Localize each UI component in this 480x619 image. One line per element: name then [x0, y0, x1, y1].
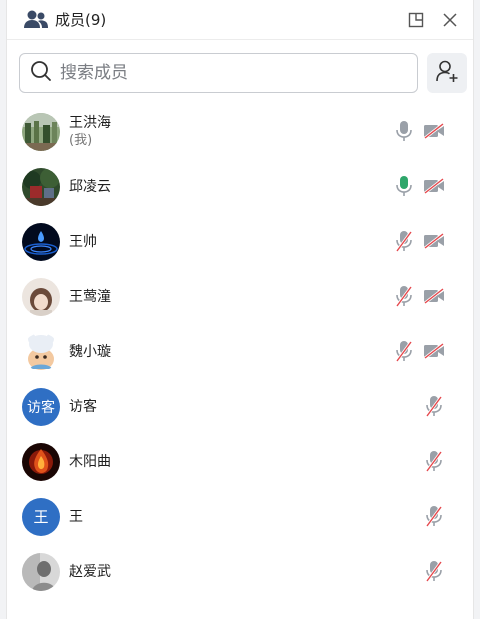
member-name: 王洪海: [69, 114, 111, 131]
add-member-icon: [435, 59, 459, 87]
panel-title: 成员(9): [55, 11, 107, 29]
member-text: 木阳曲: [69, 453, 111, 471]
add-member-button[interactable]: [427, 53, 467, 93]
member-row[interactable]: 王帅: [7, 214, 473, 269]
camera-off-icon[interactable]: [422, 339, 446, 363]
member-row[interactable]: 魏小璇: [7, 324, 473, 379]
avatar: [22, 222, 60, 261]
camera-off-icon[interactable]: [422, 119, 446, 143]
popout-icon[interactable]: [405, 9, 427, 31]
member-row[interactable]: 木阳曲: [7, 434, 473, 489]
member-text: 王: [69, 508, 83, 526]
search-box[interactable]: [19, 53, 419, 93]
microphone-muted-icon[interactable]: [392, 339, 416, 363]
camera-off-icon[interactable]: [422, 174, 446, 198]
member-text: 赵爱武: [69, 563, 111, 581]
member-name: 魏小璇: [69, 343, 111, 360]
avatar: [22, 112, 60, 151]
member-text: 王莺潼: [69, 288, 111, 306]
member-text: 王洪海 (我): [69, 114, 111, 150]
microphone-muted-icon[interactable]: [392, 229, 416, 253]
member-row[interactable]: 王莺潼: [7, 269, 473, 324]
microphone-icon[interactable]: [392, 119, 416, 143]
member-name: 王: [69, 508, 83, 525]
people-icon: [23, 9, 49, 31]
member-text: 王帅: [69, 233, 97, 251]
avatar: [22, 442, 60, 481]
member-self-tag: (我): [69, 132, 93, 148]
member-text: 访客: [69, 398, 97, 416]
microphone-active-icon[interactable]: [392, 174, 416, 198]
member-row[interactable]: 王 王: [7, 489, 473, 544]
member-name: 王莺潼: [69, 288, 111, 305]
member-text: 邱凌云: [69, 178, 111, 196]
panel-header: 成员(9): [7, 0, 473, 40]
avatar: 王: [22, 497, 60, 536]
microphone-muted-icon[interactable]: [422, 394, 446, 418]
camera-off-icon[interactable]: [422, 229, 446, 253]
member-row[interactable]: 赵爱武: [7, 544, 473, 599]
member-name: 访客: [69, 398, 97, 415]
member-row[interactable]: 访客 访客: [7, 379, 473, 434]
members-panel: 成员(9) 搜索成员 王洪海 (我) 邱凌云 王帅 王莺潼 魏小璇 访客 访客 …: [6, 0, 474, 619]
avatar: [22, 332, 60, 371]
member-list: 王洪海 (我) 邱凌云 王帅 王莺潼 魏小璇 访客 访客 木阳曲 王 王 赵爱武: [7, 104, 473, 599]
search-icon: [30, 60, 52, 86]
search-input[interactable]: [60, 63, 390, 83]
avatar: 访客: [22, 387, 60, 426]
avatar: [22, 167, 60, 206]
avatar: [22, 277, 60, 316]
member-name: 邱凌云: [69, 178, 111, 195]
camera-off-icon[interactable]: [422, 284, 446, 308]
member-row[interactable]: 王洪海 (我): [7, 104, 473, 159]
close-icon[interactable]: [439, 9, 461, 31]
search-row: [7, 40, 473, 93]
member-name: 木阳曲: [69, 453, 111, 470]
member-row[interactable]: 邱凌云: [7, 159, 473, 214]
member-name: 赵爱武: [69, 563, 111, 580]
member-text: 魏小璇: [69, 343, 111, 361]
microphone-muted-icon[interactable]: [392, 284, 416, 308]
avatar: [22, 552, 60, 591]
member-name: 王帅: [69, 233, 97, 250]
microphone-muted-icon[interactable]: [422, 559, 446, 583]
microphone-muted-icon[interactable]: [422, 504, 446, 528]
microphone-muted-icon[interactable]: [422, 449, 446, 473]
